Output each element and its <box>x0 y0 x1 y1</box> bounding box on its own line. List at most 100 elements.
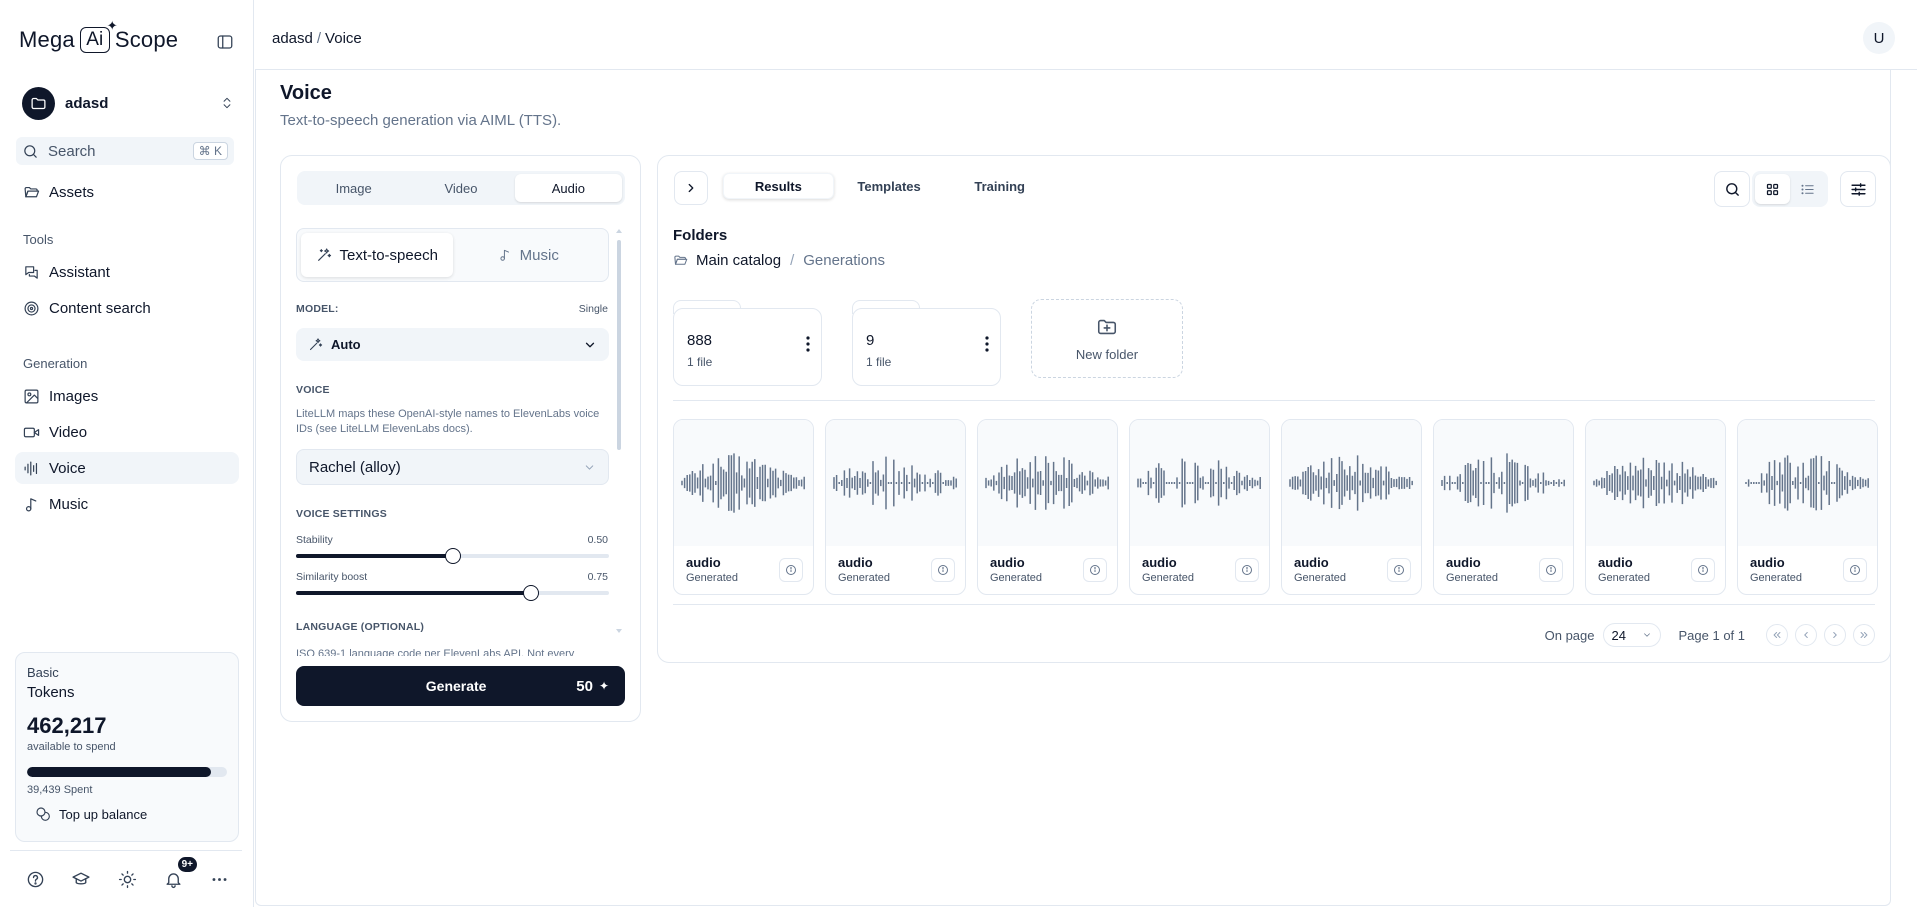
language-label: LANGUAGE (OPTIONAL) <box>296 621 425 633</box>
audio-card[interactable]: audio Generated <box>1281 419 1422 595</box>
audio-card[interactable]: audio Generated <box>1129 419 1270 595</box>
waveform-graphic <box>1593 457 1717 509</box>
slider-fill <box>296 591 531 595</box>
sidebar-item-label: Assistant <box>49 263 110 281</box>
top-up-button[interactable]: Top up balance <box>27 806 227 822</box>
audio-card[interactable]: audio Generated <box>825 419 966 595</box>
audio-card-info-button[interactable] <box>1691 558 1715 582</box>
search-icon <box>1725 182 1739 196</box>
folder-item[interactable]: 9 1 file <box>852 300 1001 386</box>
folder-item[interactable]: 888 1 file <box>673 300 822 386</box>
audio-card[interactable]: audio Generated <box>1737 419 1878 595</box>
help-button[interactable] <box>21 865 49 893</box>
audio-waveform-preview <box>1586 420 1725 546</box>
sidebar-item-voice[interactable]: Voice <box>15 452 239 484</box>
per-page-select[interactable]: 24 <box>1602 623 1661 647</box>
similarity-slider[interactable] <box>296 585 609 601</box>
audio-card-info-button[interactable] <box>1539 558 1563 582</box>
info-icon <box>786 565 796 575</box>
sidebar-item-assets[interactable]: Assets <box>15 176 239 208</box>
on-page-label: On page <box>1544 627 1595 643</box>
audio-card-title: audio <box>1446 555 1481 570</box>
wand-sparkles-icon <box>309 338 323 351</box>
audio-card-info-button[interactable] <box>1235 558 1259 582</box>
stability-label: Stability <box>296 534 333 546</box>
page-info: Page 1 of 1 <box>1678 627 1746 643</box>
list-view-button[interactable] <box>1790 174 1825 204</box>
tab-audio[interactable]: Audio <box>514 174 622 202</box>
next-page-button[interactable] <box>1824 624 1846 646</box>
previous-page-button[interactable] <box>1795 624 1817 646</box>
workspace-switcher[interactable]: adasd <box>22 86 234 120</box>
audio-card-info-button[interactable] <box>1843 558 1867 582</box>
audio-card-info-button[interactable] <box>779 558 803 582</box>
sidebar-item-video[interactable]: Video <box>15 416 239 448</box>
page-subtitle: Text-to-speech generation via AIML (TTS)… <box>280 112 562 129</box>
app-logo[interactable]: Mega Ai ✦ Scope <box>19 18 178 53</box>
sidebar-item-content-search[interactable]: Content search <box>15 292 239 324</box>
audio-card-info-button[interactable] <box>1083 558 1107 582</box>
chevron-down-icon <box>1643 633 1650 637</box>
tab-video[interactable]: Video <box>407 174 514 202</box>
grid-view-button[interactable] <box>1755 174 1790 204</box>
sidebar-item-images[interactable]: Images <box>15 380 239 412</box>
audio-card-title: audio <box>1142 555 1177 570</box>
more-vertical-icon[interactable] <box>985 336 989 352</box>
chevron-left-icon <box>1804 632 1808 638</box>
last-page-button[interactable] <box>1853 624 1875 646</box>
sidebar-item-music[interactable]: Music <box>15 488 239 520</box>
page-title: Voice <box>280 82 332 104</box>
breadcrumb-separator: / <box>790 252 795 269</box>
filters-button[interactable] <box>1840 171 1876 207</box>
voice-select[interactable]: Rachel (alloy) <box>296 449 609 485</box>
audio-card[interactable]: audio Generated <box>977 419 1118 595</box>
breadcrumb-main-catalog[interactable]: Main catalog <box>696 252 781 269</box>
panel-scrollbar[interactable] <box>616 228 622 634</box>
similarity-slider-handle[interactable] <box>522 585 539 601</box>
audio-card-info-button[interactable] <box>1387 558 1411 582</box>
stability-slider-handle[interactable] <box>444 548 461 564</box>
tab-music[interactable]: Music <box>453 233 605 277</box>
results-search-button[interactable] <box>1714 171 1750 207</box>
chevrons-right-icon <box>1860 632 1868 638</box>
breadcrumb-workspace[interactable]: adasd <box>272 30 313 47</box>
generate-button[interactable]: Generate 50 ✦ <box>296 666 625 706</box>
tab-image[interactable]: Image <box>300 174 407 202</box>
audio-waveform-preview <box>826 420 965 546</box>
audio-card[interactable]: audio Generated <box>1585 419 1726 595</box>
theme-toggle-button[interactable] <box>113 865 141 893</box>
user-avatar[interactable]: U <box>1863 22 1895 54</box>
top-up-label: Top up balance <box>59 806 148 822</box>
audio-card[interactable]: audio Generated <box>673 419 814 595</box>
scroll-up-arrow-icon <box>616 229 622 233</box>
new-folder-button[interactable]: New folder <box>1031 299 1183 378</box>
graduation-cap-icon <box>72 871 90 885</box>
more-vertical-icon[interactable] <box>806 336 810 352</box>
tab-text-to-speech[interactable]: Text-to-speech <box>301 233 453 277</box>
tab-results[interactable]: Results <box>723 173 834 199</box>
audio-card-info-button[interactable] <box>931 558 955 582</box>
sidebar-panel-icon <box>217 35 233 49</box>
tab-templates[interactable]: Templates <box>834 173 945 199</box>
results-tabs: Results Templates Training <box>720 170 1058 202</box>
folder-file-count: 1 file <box>687 355 713 369</box>
panel-scroll-thumb[interactable] <box>617 240 621 450</box>
first-page-button[interactable] <box>1766 624 1788 646</box>
notifications-button[interactable]: 9+ <box>159 857 197 893</box>
sidebar-toggle-button[interactable] <box>212 30 238 54</box>
stability-value: 0.50 <box>587 534 608 546</box>
audio-card[interactable]: audio Generated <box>1433 419 1574 595</box>
more-button[interactable] <box>205 865 233 893</box>
list-icon <box>1801 184 1814 194</box>
tab-training[interactable]: Training <box>944 173 1055 199</box>
model-select[interactable]: Auto <box>296 328 609 361</box>
stability-slider[interactable] <box>296 548 609 564</box>
sidebar-item-assistant[interactable]: Assistant <box>15 256 239 288</box>
info-icon <box>1394 565 1404 575</box>
folder-name: 888 <box>687 332 713 349</box>
mode-tabs: Image Video Audio <box>297 171 625 205</box>
sidebar-search[interactable]: Search ⌘ K <box>16 137 234 165</box>
expand-panel-button[interactable] <box>674 171 708 205</box>
model-mode: Single <box>578 303 608 315</box>
learn-button[interactable] <box>67 865 95 893</box>
